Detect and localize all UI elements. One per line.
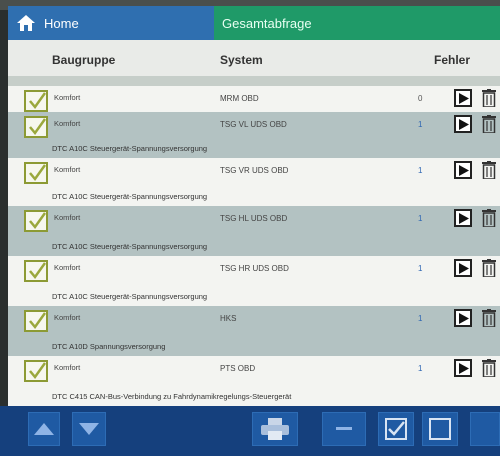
checkbox-checked-icon xyxy=(385,418,407,440)
scroll-down-button[interactable] xyxy=(72,412,106,446)
row-system: TSG HR UDS OBD xyxy=(220,264,289,273)
row-error-count: 1 xyxy=(418,120,423,129)
printer-icon xyxy=(261,418,289,440)
table-row: Komfort HKS 1 DTC A10D Spannungsversorgu… xyxy=(8,306,500,356)
row-system: TSG VL UDS OBD xyxy=(220,120,287,129)
row-description: DTC C415 CAN-Bus-Verbindung zu Fahrdynam… xyxy=(52,392,292,401)
screen: Home Gesamtabfrage Baugruppe System Fehl… xyxy=(8,6,500,406)
trash-icon[interactable] xyxy=(482,359,496,377)
trash-icon[interactable] xyxy=(482,115,496,133)
row-description: DTC A10C Steuergerät-Spannungsversorgung xyxy=(52,292,208,301)
trash-icon[interactable] xyxy=(482,309,496,327)
row-description: DTC A10C Steuergerät-Spannungsversorgung xyxy=(52,144,208,153)
row-play-button[interactable] xyxy=(454,161,472,179)
row-system: HKS xyxy=(220,314,237,323)
play-icon xyxy=(459,93,469,104)
checkmark-icon xyxy=(29,118,47,136)
row-baugruppe: Komfort xyxy=(54,263,81,272)
page-title-text: Gesamtabfrage xyxy=(222,15,312,31)
play-icon xyxy=(459,119,469,130)
row-play-button[interactable] xyxy=(454,359,472,377)
checkmark-icon xyxy=(29,92,47,110)
row-baugruppe: Komfort xyxy=(54,313,81,322)
row-checkbox[interactable] xyxy=(24,310,48,332)
row-error-count: 1 xyxy=(418,166,423,175)
checkmark-icon xyxy=(29,312,47,330)
table-row: Komfort TSG HL UDS OBD 1 DTC A10C Steuer… xyxy=(8,206,500,256)
row-checkbox[interactable] xyxy=(24,260,48,282)
minus-button[interactable] xyxy=(322,412,366,446)
play-icon xyxy=(459,363,469,374)
column-header-baugruppe: Baugruppe xyxy=(52,53,116,67)
play-icon xyxy=(459,313,469,324)
arrow-down-icon xyxy=(79,423,99,435)
row-description: DTC A10D Spannungsversorgung xyxy=(52,342,166,351)
table-row-partial xyxy=(8,76,500,86)
print-button[interactable] xyxy=(252,412,298,446)
more-button[interactable] xyxy=(470,412,500,446)
table-row: Komfort PTS OBD 1 DTC C415 CAN-Bus-Verbi… xyxy=(8,356,500,406)
arrow-up-icon xyxy=(34,423,54,435)
row-baugruppe: Komfort xyxy=(54,363,81,372)
page-title: Gesamtabfrage xyxy=(214,6,500,40)
column-header-fehler: Fehler xyxy=(434,53,471,67)
minus-icon xyxy=(336,427,352,430)
top-bar: Home Gesamtabfrage xyxy=(8,6,500,40)
play-icon xyxy=(459,213,469,224)
trash-icon[interactable] xyxy=(482,161,496,179)
row-play-button[interactable] xyxy=(454,89,472,107)
row-system: MRM OBD xyxy=(220,94,259,103)
trash-icon[interactable] xyxy=(482,259,496,277)
table-row: Komfort TSG VR UDS OBD 1 DTC A10C Steuer… xyxy=(8,158,500,206)
row-baugruppe: Komfort xyxy=(54,165,81,174)
table-row: Komfort TSG VL UDS OBD 1 DTC A10C Steuer… xyxy=(8,112,500,158)
row-system: TSG HL UDS OBD xyxy=(220,214,288,223)
table-header: Baugruppe System Fehler xyxy=(8,44,500,74)
trash-icon[interactable] xyxy=(482,209,496,227)
row-checkbox[interactable] xyxy=(24,116,48,138)
row-play-button[interactable] xyxy=(454,115,472,133)
row-baugruppe: Komfort xyxy=(54,213,81,222)
trash-icon[interactable] xyxy=(482,89,496,107)
select-all-button[interactable] xyxy=(378,412,414,446)
row-system: PTS OBD xyxy=(220,364,256,373)
deselect-all-button[interactable] xyxy=(422,412,458,446)
table-row: Komfort MRM OBD 0 xyxy=(8,86,500,112)
row-checkbox[interactable] xyxy=(24,162,48,184)
row-system: TSG VR UDS OBD xyxy=(220,166,289,175)
checkmark-icon xyxy=(29,362,47,380)
play-icon xyxy=(459,165,469,176)
column-header-system: System xyxy=(220,53,263,67)
home-icon xyxy=(17,15,35,31)
home-label: Home xyxy=(44,15,79,31)
row-error-count: 1 xyxy=(418,214,423,223)
row-error-count: 0 xyxy=(418,94,423,103)
row-baugruppe: Komfort xyxy=(54,93,81,102)
row-play-button[interactable] xyxy=(454,309,472,327)
checkmark-icon xyxy=(29,212,47,230)
checkmark-icon xyxy=(29,262,47,280)
row-error-count: 1 xyxy=(418,314,423,323)
row-checkbox[interactable] xyxy=(24,210,48,232)
home-button[interactable]: Home xyxy=(8,6,214,40)
row-play-button[interactable] xyxy=(454,259,472,277)
play-icon xyxy=(459,263,469,274)
bottom-toolbar xyxy=(0,406,500,456)
table-row: Komfort TSG HR UDS OBD 1 DTC A10C Steuer… xyxy=(8,256,500,306)
row-error-count: 1 xyxy=(418,264,423,273)
row-error-count: 1 xyxy=(418,364,423,373)
row-checkbox[interactable] xyxy=(24,90,48,112)
checkbox-empty-icon xyxy=(429,418,451,440)
row-checkbox[interactable] xyxy=(24,360,48,382)
row-description: DTC A10C Steuergerät-Spannungsversorgung xyxy=(52,242,208,251)
scroll-up-button[interactable] xyxy=(28,412,60,446)
row-play-button[interactable] xyxy=(454,209,472,227)
row-baugruppe: Komfort xyxy=(54,119,81,128)
row-description: DTC A10C Steuergerät-Spannungsversorgung xyxy=(52,192,208,201)
checkmark-icon xyxy=(29,164,47,182)
